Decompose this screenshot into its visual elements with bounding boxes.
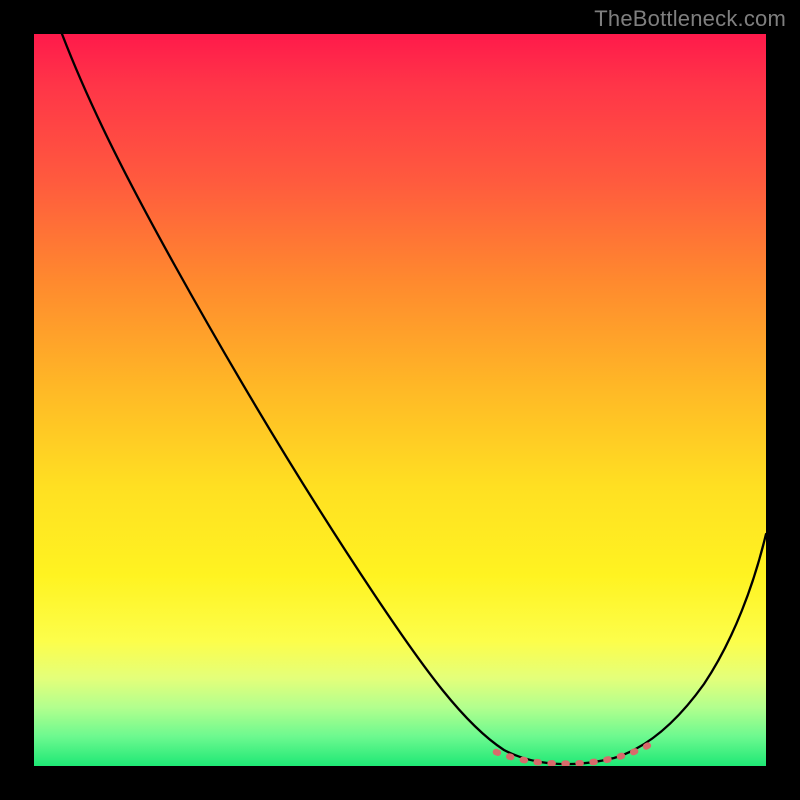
curve-layer [34,34,766,766]
plot-area [34,34,766,766]
bottleneck-curve [62,34,766,764]
chart-frame: TheBottleneck.com [0,0,800,800]
watermark-text: TheBottleneck.com [594,6,786,32]
